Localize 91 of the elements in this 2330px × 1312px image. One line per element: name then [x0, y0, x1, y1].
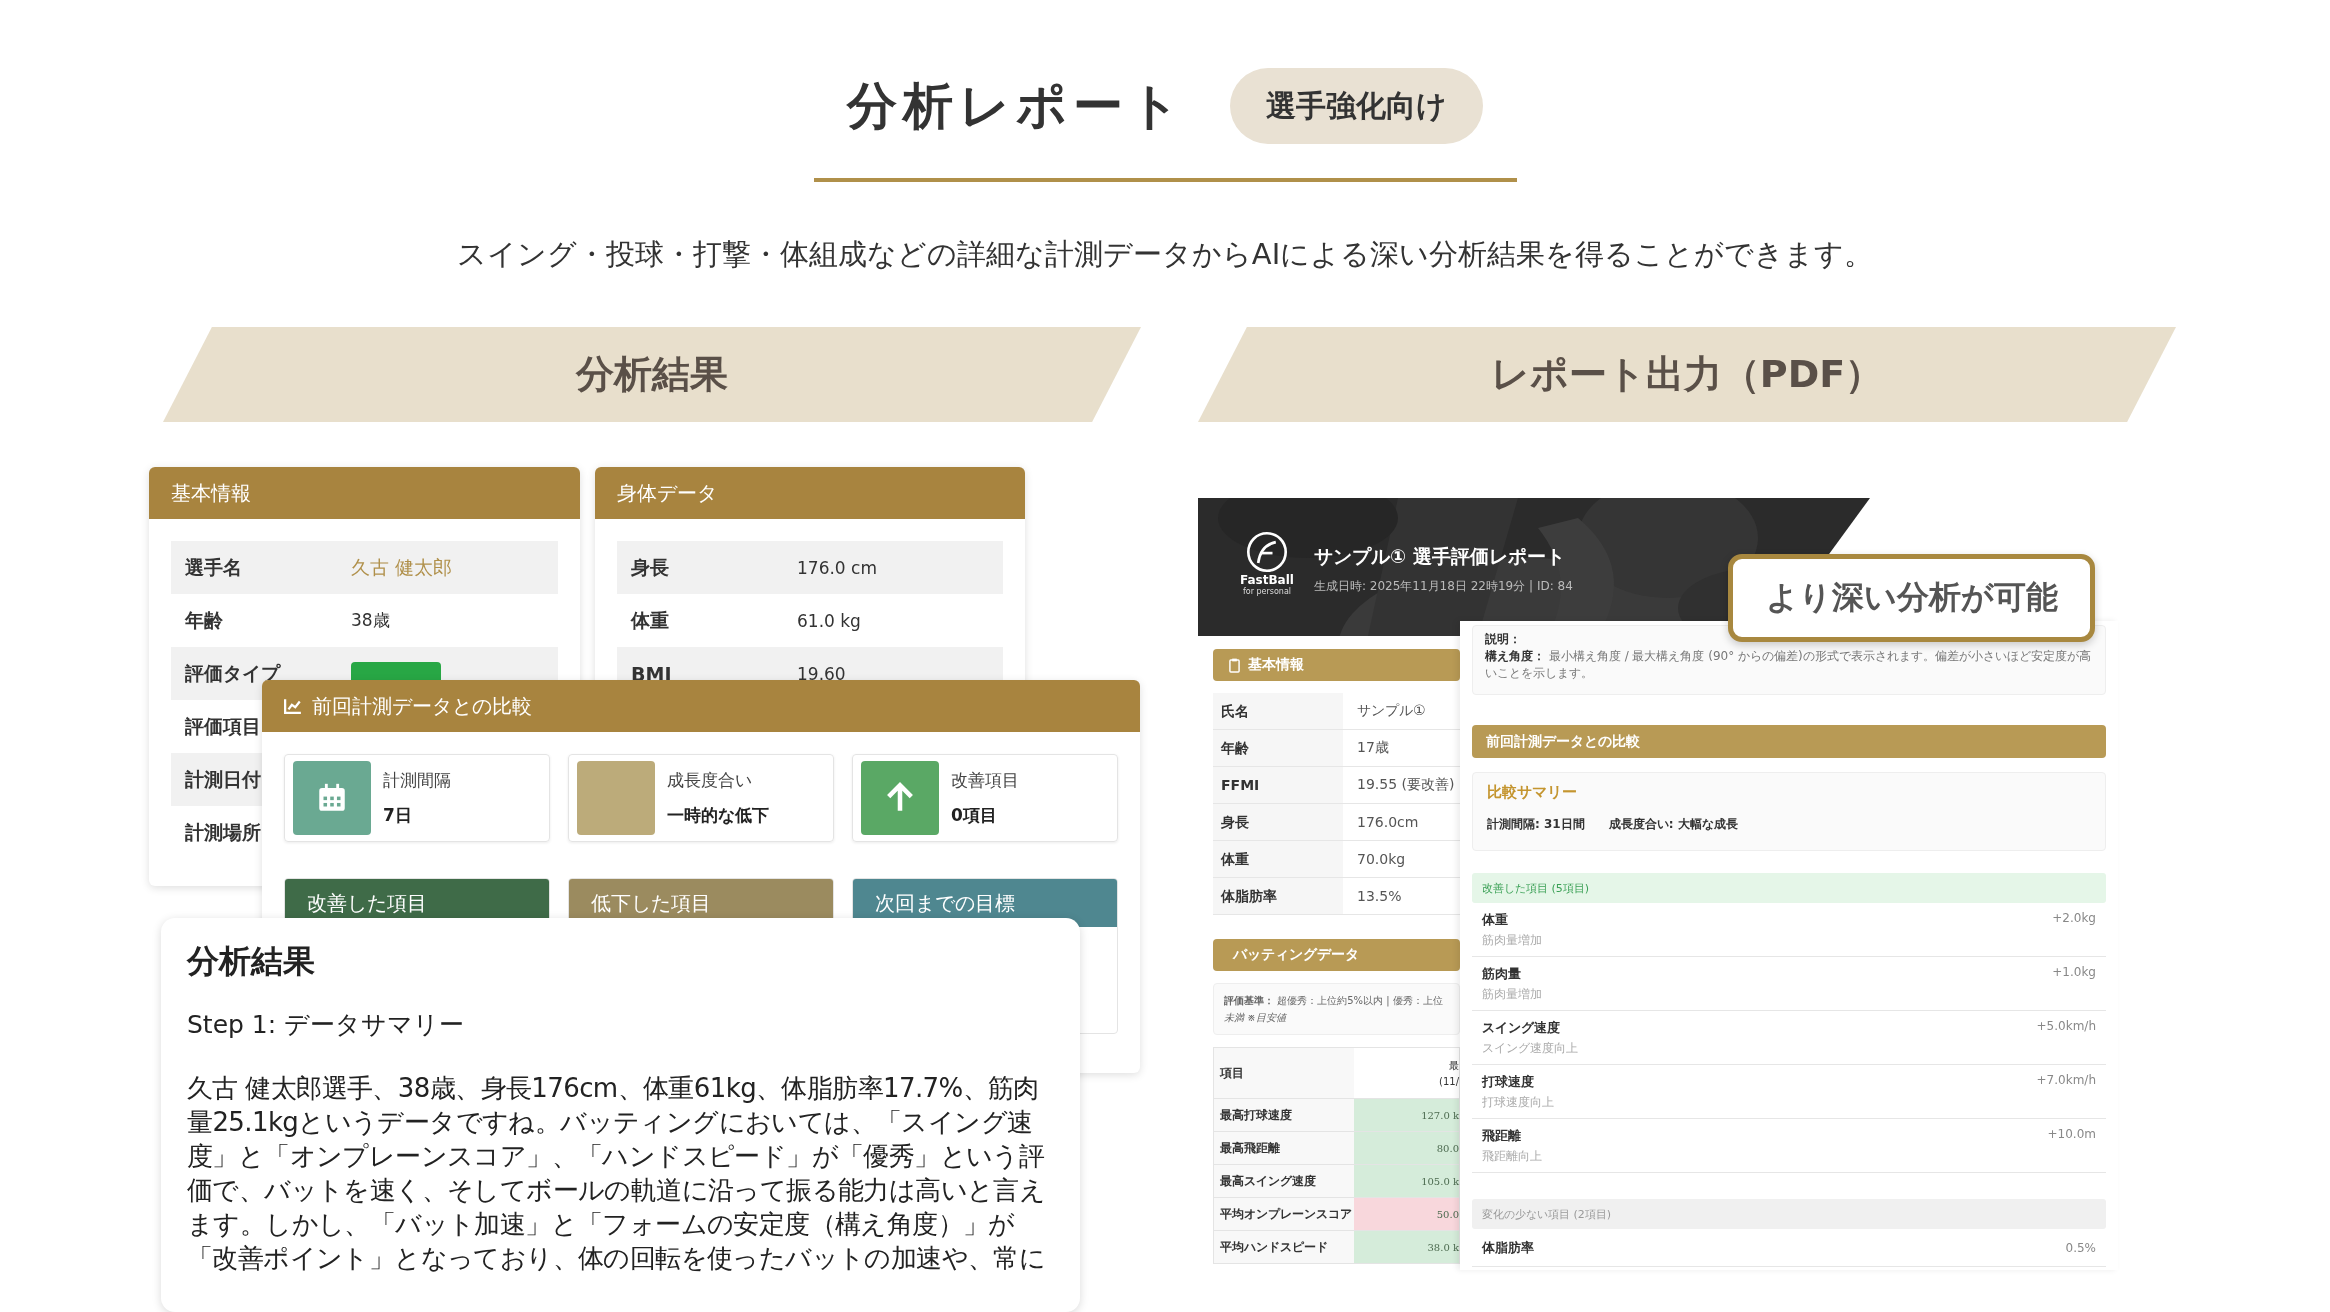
logo-tagline: for personal: [1242, 587, 1291, 596]
stat-value: 7日: [383, 804, 413, 827]
summary-text: 計測間隔: 31日間: [1487, 816, 1585, 833]
section-header: バッティングデータ: [1213, 939, 1460, 971]
card-header: 基本情報: [149, 467, 580, 519]
result-title: 分析結果: [187, 941, 316, 982]
row-value: 70.0kg: [1356, 851, 1406, 867]
report-meta: 生成日時: 2025年11月18日 22時19分 | ID: 84: [1313, 578, 1573, 595]
page-description: スイング・投球・打撃・体組成などの詳細な計測データからAIによる深い分析結果を得ることができます。: [455, 236, 1875, 273]
stat-value: 一時的な低下: [667, 804, 769, 827]
row-label: 体重: [1213, 841, 1343, 877]
row-label: FFMI: [1213, 767, 1343, 803]
table-cell: 105.0 k: [1354, 1165, 1459, 1197]
analysis-text: 久古 健太郎選手、38歳、身長176cm、体重61kg、体脂肪率17.7%、筋肉量25.1kgというデータですね。バッティングにおいては、「スイング速度」と「オンプレーンスコア」、「ハンドスピード」が「優秀」という評価で、バットを速く、そしてボールの軌道に沿って振る能力は高いと言えます。しかし、「バット加速」と「フォームの安定度（構え角度）」が「改善ポイント」となっており、体の回転を使ったバットの加速や、常に: [187, 1072, 1047, 1275]
column-header: 項目: [1214, 1048, 1354, 1098]
card-title: 前回計測データとの比較: [312, 692, 532, 720]
section-title: 基本情報: [1248, 656, 1304, 674]
row-label: 身長: [1213, 804, 1343, 840]
stat-label: 成長度合い: [667, 769, 753, 792]
row-label: 年齢: [185, 607, 224, 633]
note-label: 説明：: [1485, 631, 1522, 648]
summary-text: 成長度合い: 大幅な成長: [1608, 816, 1738, 833]
summary-title: 比較サマリー: [1487, 783, 1578, 802]
table-cell: 38.0 k: [1354, 1231, 1459, 1263]
section-header: 前回計測データとの比較: [1472, 725, 2106, 758]
item-change: +2.0kg: [2052, 911, 2096, 925]
item-name: スイング速度: [1482, 1019, 1561, 1037]
row-value: 176.0 cm: [797, 557, 877, 578]
item-change: 0.5%: [2065, 1240, 2096, 1255]
row-label: 選手名: [185, 554, 243, 580]
row-value: 19.55 (要改善): [1356, 776, 1455, 794]
row-value: 38歳: [351, 609, 390, 632]
logo-icon: [1244, 530, 1289, 574]
report-title: サンプル① 選手評価レポート: [1313, 544, 1566, 569]
table-cell: 平均オンプレーンスコア: [1214, 1198, 1354, 1230]
table-cell: 50.0: [1354, 1198, 1459, 1230]
step-heading: Step 1: データサマリー: [187, 1009, 466, 1041]
item-change: +7.0km/h: [2036, 1073, 2096, 1087]
item-description: スイング速度向上: [1482, 1040, 1578, 1057]
item-description: 飛距離向上: [1482, 1148, 1542, 1165]
logo-text: FastBall: [1240, 574, 1294, 587]
stat-label: 改善項目: [951, 769, 1019, 792]
improved-header: 改善した項目 (5項目): [1472, 873, 2106, 903]
row-label: 計測日付: [185, 766, 262, 792]
row-value: 19.60: [797, 663, 846, 684]
row-label: 年齢: [1213, 730, 1343, 766]
row-value: 176.0cm: [1356, 814, 1419, 830]
row-label: 体重: [631, 607, 670, 633]
item-name: 体脂肪率: [1482, 1238, 1534, 1257]
page-title: 分析レポート: [847, 75, 1186, 137]
row-label: 身長: [631, 554, 670, 580]
item-change: +1.0kg: [2052, 965, 2096, 979]
item-description: 筋肉量増加: [1482, 986, 1542, 1003]
row-value: 61.0 kg: [797, 610, 861, 631]
table-cell: 平均ハンドスピード: [1214, 1231, 1354, 1263]
callout-label: より深い分析が可能: [1728, 554, 2095, 642]
criteria-text: 評価基準： 超優秀：上位約5%以内 | 優秀：上位: [1224, 994, 1444, 1009]
table-cell: 127.0 k: [1354, 1099, 1459, 1131]
chart-icon: [284, 697, 302, 715]
item-name: 筋肉量: [1482, 965, 1522, 983]
table-cell: 80.0: [1354, 1132, 1459, 1164]
row-value: サンプル①: [1356, 702, 1426, 720]
stable-header: 変化の少ない項目 (2項目): [1472, 1199, 2106, 1229]
player-name: 久古 健太郎: [351, 554, 453, 580]
table-cell: 最高打球速度: [1214, 1099, 1354, 1131]
column-header: (11/: [1439, 1076, 1459, 1087]
card-header: 身体データ: [595, 467, 1025, 519]
item-description: 打球速度向上: [1482, 1094, 1554, 1111]
criteria-text: 未満 ※目安値: [1224, 1011, 1288, 1025]
table-cell: 最高スイング速度: [1214, 1165, 1354, 1197]
clipboard-icon: [1229, 657, 1240, 673]
table-cell: 最高飛距離: [1214, 1132, 1354, 1164]
item-change: +5.0km/h: [2036, 1019, 2096, 1033]
row-label: 氏名: [1213, 693, 1343, 729]
audience-badge: 選手強化向け: [1230, 68, 1483, 144]
stat-value: 0項目: [951, 804, 998, 827]
stat-label: 計測間隔: [383, 769, 451, 792]
item-name: 打球速度: [1482, 1073, 1535, 1091]
note-text: 構え角度： 最小構え角度 / 最大構え角度 (90° からの偏差)の形式で表示されます。偏差が小さいほど安定度が高いことを示します。: [1485, 648, 2092, 682]
item-change: +10.0m: [2047, 1127, 2096, 1141]
row-label: 評価項目: [185, 713, 262, 739]
row-value: 17歳: [1356, 739, 1389, 757]
item-description: 筋肉量増加: [1482, 932, 1542, 949]
row-label: 計測場所: [185, 819, 262, 845]
row-label: 体脂肪率: [1213, 878, 1343, 914]
row-value: 13.5%: [1356, 888, 1402, 904]
section-banner: レポート出力（PDF）: [1198, 327, 2176, 422]
section-banner: 分析結果: [163, 327, 1141, 422]
item-name: 体重: [1482, 911, 1509, 929]
item-name: 飛距離: [1482, 1127, 1522, 1145]
column-header: 最: [1449, 1059, 1459, 1073]
